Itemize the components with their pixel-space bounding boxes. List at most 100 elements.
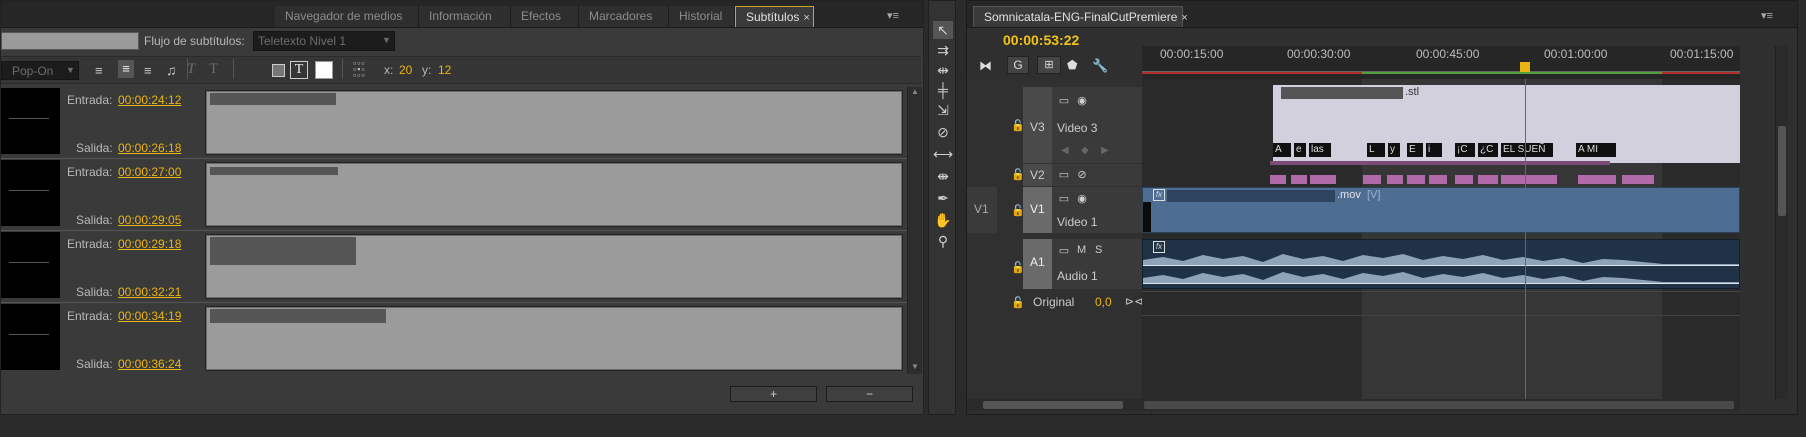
v2-clip[interactable] [1429,175,1447,184]
timeline-v-scrollbar[interactable] [1775,46,1788,399]
scroll-thumb[interactable] [1144,401,1734,409]
tracks-area[interactable]: .stl A e las L y E i ¡C ¿C EL SUEÑ A MI … [1142,79,1740,399]
ripple-edit-tool-icon[interactable]: ⇹ [933,61,953,79]
scroll-down-icon[interactable]: ▼ [911,362,919,371]
video-clip[interactable]: fx .mov [V] [1142,187,1740,233]
lock-icon[interactable]: 🔓 [1011,119,1025,132]
source-patch-v1[interactable]: V1 [967,187,997,233]
close-icon[interactable]: × [803,12,809,24]
v2-clip[interactable] [1622,175,1654,184]
subtitle-row[interactable]: Entrada: 00:00:24:12 Salida: 00:00:26:18 [1,87,907,157]
align-right-icon[interactable]: ≡ [144,63,152,78]
scroll-thumb[interactable] [1778,126,1786,216]
stream-select[interactable]: Teletexto Nivel 1 ▼ [253,31,395,51]
in-timecode[interactable]: 00:00:34:19 [118,309,181,323]
v2-clip[interactable] [1478,175,1498,184]
wrench-icon[interactable]: 🔧 [1092,58,1108,74]
playhead-handle[interactable] [1520,62,1530,72]
panel-menu-icon[interactable]: ▾≡ [887,9,899,22]
playhead-timecode[interactable]: 00:00:53:22 [1003,32,1079,48]
in-timecode[interactable]: 00:00:29:18 [118,237,181,251]
color-swatch[interactable] [315,61,333,79]
razor-tool-icon[interactable]: ⊘ [933,123,953,141]
subtitle-text-field[interactable] [205,162,903,227]
subtitle-block[interactable]: i [1426,143,1442,157]
subtitle-text-field[interactable] [205,90,903,155]
subtitle-block[interactable]: L [1367,143,1385,157]
track-select-tool-icon[interactable]: ⇉ [933,41,953,59]
subtitle-block[interactable]: las [1309,143,1331,157]
add-keyframe-icon[interactable]: ◆ [1081,145,1089,156]
add-marker-icon[interactable]: ⬟ [1067,58,1077,72]
subtitle-block[interactable]: y [1388,143,1400,157]
lock-icon[interactable]: 🔓 [1011,204,1025,217]
subtitle-text-field[interactable] [205,234,903,299]
v2-clip[interactable] [1455,175,1473,184]
v2-clip[interactable] [1501,175,1557,184]
speaker-icon[interactable]: ▭ [1057,245,1071,257]
hand-tool-icon[interactable]: ✋ [933,211,953,229]
next-keyframe-icon[interactable]: ▶ [1101,145,1109,156]
tab-sequence[interactable]: Somnicatala-ENG-FinalCutPremiere × [973,6,1188,27]
panel-menu-icon[interactable]: ▾≡ [1761,9,1773,22]
work-area-bar[interactable] [1362,72,1662,74]
out-timecode[interactable]: 00:00:32:21 [118,285,181,299]
background-color-icon[interactable] [272,64,285,77]
subtitle-block[interactable]: A MI [1576,143,1616,157]
scroll-thumb[interactable] [983,401,1123,409]
v2-clip[interactable] [1578,175,1616,184]
subtitle-block[interactable]: A [1273,143,1291,157]
zoom-tool-icon[interactable]: ⚲ [933,232,953,250]
selection-tool-icon[interactable]: ↖ [933,21,953,39]
v2-clip[interactable] [1270,175,1286,184]
timeline-h-scrollbar[interactable] [1142,399,1740,411]
position-grid-icon[interactable]: ▫▫▫ ▫▪▫ ▫▫▫ [353,59,366,80]
align-left-icon[interactable]: ≡ [95,63,103,78]
tab-effects[interactable]: Efectos [511,6,579,27]
align-center-icon[interactable]: ≡ [118,60,134,78]
subtitle-row[interactable]: Entrada: 00:00:27:00 Salida: 00:00:29:05 [1,159,907,229]
audio-clip[interactable]: fx [1142,239,1740,289]
display-mode-select[interactable]: Pop-On ▼ [1,61,79,80]
subtitle-block[interactable]: e [1294,143,1306,157]
master-volume-value[interactable]: 0,0 [1095,295,1112,309]
camera-icon[interactable]: ▭ [1057,95,1071,107]
add-subtitle-button[interactable]: + [730,386,817,402]
subtitle-text-field[interactable] [205,306,903,371]
underline-icon[interactable]: T [209,61,218,78]
slip-tool-icon[interactable]: ⟷ [933,145,953,163]
slide-tool-icon[interactable]: ⇼ [933,167,953,185]
subtitle-row[interactable]: Entrada: 00:00:34:19 Salida: 00:00:36:24 [1,303,907,373]
time-ruler[interactable]: 00:00:15:00 00:00:30:00 00:00:45:00 00:0… [1142,46,1740,80]
tab-markers[interactable]: Marcadores [579,6,669,27]
snap-icon[interactable]: ⧓ [979,58,992,74]
subtitle-block[interactable]: EL SUEÑ [1501,143,1553,157]
tab-media-browser[interactable]: Navegador de medios [275,6,419,27]
out-timecode[interactable]: 00:00:26:18 [118,141,181,155]
rate-stretch-tool-icon[interactable]: ⇲ [933,101,953,119]
eye-icon[interactable]: ◉ [1075,193,1089,205]
lock-icon[interactable]: 🔓 [1011,261,1025,274]
lock-icon[interactable]: 🔓 [1011,296,1025,309]
out-timecode[interactable]: 00:00:36:24 [118,357,181,371]
tab-info[interactable]: Información [419,6,511,27]
v2-clip[interactable] [1407,175,1425,184]
magnet-icon[interactable]: G [1007,56,1029,74]
rolling-edit-tool-icon[interactable]: ╪ [933,81,953,99]
y-value[interactable]: 12 [438,63,451,77]
in-timecode[interactable]: 00:00:24:12 [118,93,181,107]
v2-clip[interactable] [1310,175,1336,184]
prev-keyframe-icon[interactable]: ◀ [1061,145,1069,156]
mute-button[interactable]: M [1077,244,1086,256]
pen-tool-icon[interactable]: ✒ [933,189,953,207]
italic-icon[interactable]: T [187,61,195,78]
text-color-icon[interactable]: T [290,61,308,79]
tab-subtitles[interactable]: Subtítulos × [735,6,814,27]
subtitle-block[interactable]: E [1407,143,1423,157]
subtitle-list-scrollbar[interactable]: ▲ ▼ [907,87,922,374]
close-icon[interactable]: × [1181,12,1187,24]
camera-icon[interactable]: ▭ [1057,193,1071,205]
eye-off-icon[interactable]: ⊘ [1075,169,1089,181]
lock-icon[interactable]: 🔓 [1011,168,1025,181]
subtitle-block[interactable]: ¿C [1478,143,1498,157]
